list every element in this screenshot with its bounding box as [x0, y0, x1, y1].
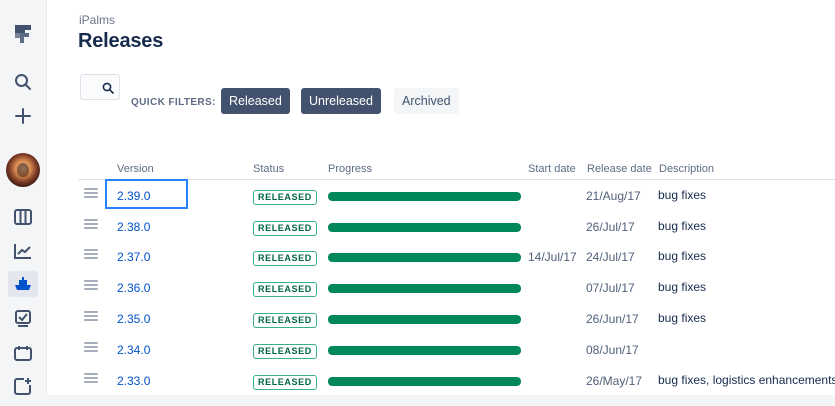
- components-icon[interactable]: [8, 340, 38, 366]
- description: bug fixes: [658, 249, 707, 263]
- table-row[interactable]: 2.36.0 RELEASED 07/Jul/17 bug fixes: [78, 272, 835, 302]
- release-date: 26/Jun/17: [586, 312, 639, 326]
- global-sidebar: [0, 0, 47, 406]
- progress-bar: [328, 192, 521, 201]
- table-row-partial: [46, 395, 835, 406]
- focus-highlight: [105, 179, 188, 209]
- progress-bar: [328, 223, 521, 232]
- description: bug fixes: [658, 219, 707, 233]
- column-header-status: Status: [253, 163, 285, 175]
- status-badge: RELEASED: [253, 375, 317, 390]
- status-badge: RELEASED: [253, 313, 317, 328]
- progress-bar: [328, 315, 521, 324]
- app-window: iPalms Releases QUICK FILTERS: Released …: [0, 0, 835, 406]
- release-date: 26/Jul/17: [586, 220, 635, 234]
- progress-fill: [328, 377, 521, 386]
- table-row[interactable]: 2.35.0 RELEASED 26/Jun/17 bug fixes: [78, 303, 835, 333]
- page-title: Releases: [78, 30, 164, 52]
- progress-fill: [328, 223, 521, 232]
- release-date: 21/Aug/17: [586, 189, 641, 203]
- quick-filters-label: QUICK FILTERS:: [131, 97, 216, 108]
- drag-handle-icon[interactable]: [84, 249, 98, 259]
- search-icon: [102, 82, 114, 94]
- description: bug fixes, logistics enhancements: [658, 373, 835, 387]
- release-date: 26/May/17: [586, 374, 643, 388]
- progress-fill: [328, 315, 521, 324]
- progress-fill: [328, 192, 521, 201]
- breadcrumb[interactable]: iPalms: [79, 13, 115, 27]
- filter-archived-button[interactable]: Archived: [394, 88, 459, 114]
- table-row[interactable]: 2.33.0 RELEASED 26/May/17 bug fixes, log…: [78, 365, 835, 395]
- description: bug fixes: [658, 280, 707, 294]
- filter-unreleased-button[interactable]: Unreleased: [301, 88, 381, 114]
- progress-bar: [328, 284, 521, 293]
- status-badge: RELEASED: [253, 251, 317, 266]
- search-icon[interactable]: [8, 69, 38, 95]
- table-row[interactable]: 2.38.0 RELEASED 26/Jul/17 bug fixes: [78, 211, 835, 241]
- drag-handle-icon[interactable]: [84, 188, 98, 198]
- drag-handle-icon[interactable]: [84, 373, 98, 383]
- progress-bar: [328, 377, 521, 386]
- avatar[interactable]: [6, 153, 40, 187]
- status-badge: RELEASED: [253, 344, 317, 359]
- drag-handle-icon[interactable]: [84, 219, 98, 229]
- releases-icon[interactable]: [8, 271, 38, 297]
- drag-handle-icon[interactable]: [84, 280, 98, 290]
- reports-icon[interactable]: [8, 238, 38, 264]
- column-header-description: Description: [659, 163, 715, 175]
- table-row[interactable]: 2.39.0 RELEASED 21/Aug/17 bug fixes: [78, 180, 835, 210]
- version-link[interactable]: 2.38.0: [117, 220, 150, 234]
- column-header-progress: Progress: [328, 163, 373, 175]
- status-badge: RELEASED: [253, 190, 317, 205]
- board-icon[interactable]: [8, 204, 38, 230]
- status-badge: RELEASED: [253, 221, 317, 236]
- progress-fill: [328, 346, 521, 355]
- drag-handle-icon[interactable]: [84, 311, 98, 321]
- search-input[interactable]: [80, 74, 120, 100]
- start-date: 14/Jul/17: [528, 250, 577, 264]
- create-icon[interactable]: [8, 103, 38, 129]
- progress-fill: [328, 253, 521, 262]
- jira-logo-icon[interactable]: [8, 21, 38, 47]
- table-row[interactable]: 2.37.0 RELEASED 14/Jul/17 24/Jul/17 bug …: [78, 241, 835, 271]
- description: bug fixes: [658, 188, 707, 202]
- version-link[interactable]: 2.33.0: [117, 374, 150, 388]
- column-header-start-date[interactable]: Start date: [528, 163, 576, 175]
- issues-icon[interactable]: [8, 306, 38, 332]
- add-item-icon[interactable]: [8, 373, 38, 399]
- column-header-version[interactable]: Version: [117, 163, 154, 175]
- column-header-release-date[interactable]: Release date: [587, 163, 652, 175]
- status-badge: RELEASED: [253, 282, 317, 297]
- progress-fill: [328, 284, 521, 293]
- filter-released-button[interactable]: Released: [221, 88, 290, 114]
- version-link[interactable]: 2.37.0: [117, 250, 150, 264]
- progress-bar: [328, 253, 521, 262]
- version-link[interactable]: 2.34.0: [117, 343, 150, 357]
- description: bug fixes: [658, 311, 707, 325]
- release-date: 07/Jul/17: [586, 281, 635, 295]
- drag-handle-icon[interactable]: [84, 342, 98, 352]
- version-link[interactable]: 2.36.0: [117, 281, 150, 295]
- version-link[interactable]: 2.35.0: [117, 312, 150, 326]
- progress-bar: [328, 346, 521, 355]
- release-date: 08/Jun/17: [586, 343, 639, 357]
- release-date: 24/Jul/17: [586, 250, 635, 264]
- table-row[interactable]: 2.34.0 RELEASED 08/Jun/17: [78, 334, 835, 364]
